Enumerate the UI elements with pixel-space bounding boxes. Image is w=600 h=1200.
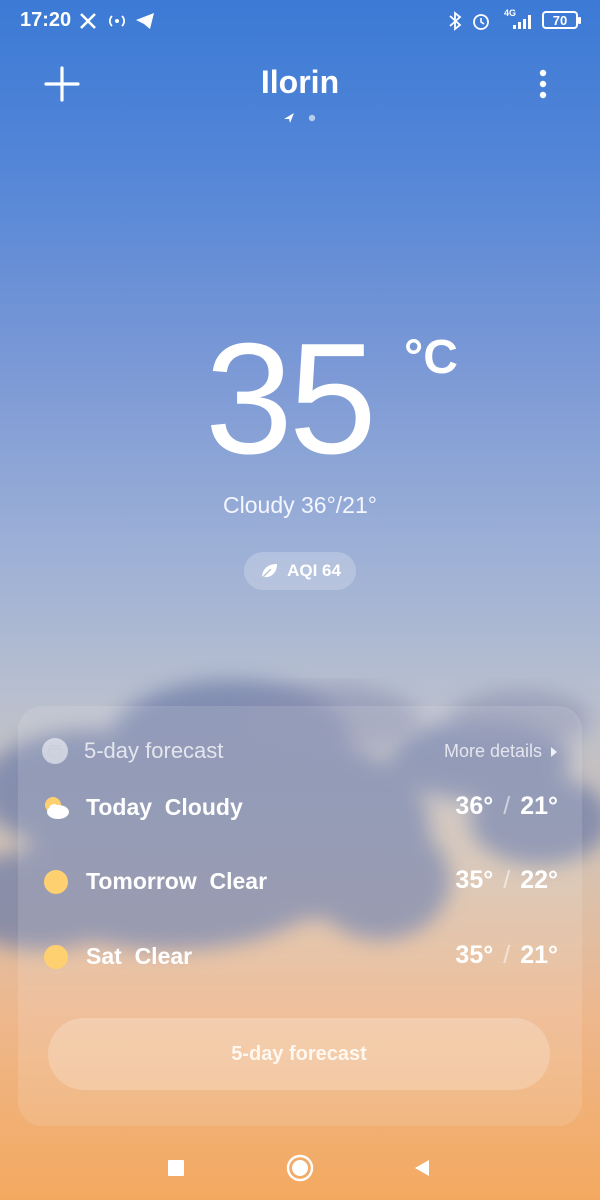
leaf-icon (261, 564, 278, 579)
battery-indicator: 70 (542, 11, 581, 29)
temperature-unit: °C (404, 331, 458, 384)
hotspot-icon (106, 10, 128, 32)
forecast-row-sat[interactable]: Sat Clear 35° / 21° (42, 937, 558, 977)
forecast-low: 22° (520, 866, 558, 894)
condition-summary: Cloudy 36°/21° (223, 492, 377, 518)
forecast-title: 5-day forecast (84, 738, 224, 763)
current-temperature: 35 (205, 311, 377, 487)
square-icon (168, 1160, 184, 1176)
home-button[interactable] (280, 1148, 320, 1188)
city-name: Ilorin (260, 64, 340, 100)
temp-separator: / (503, 792, 511, 820)
signal-icon: 4G (500, 8, 536, 32)
aqi-badge[interactable]: AQI 64 (244, 552, 356, 590)
more-vertical-icon (539, 69, 547, 99)
temp-separator: / (503, 866, 511, 894)
aqi-label: AQI 64 (287, 561, 341, 580)
forecast-day-label: Sat Clear (86, 943, 193, 969)
sun-icon (44, 870, 68, 894)
forecast-temps: 35° / 22° (455, 866, 558, 895)
forecast-temps: 36° / 21° (455, 792, 558, 821)
more-details-link[interactable]: More details (444, 741, 558, 762)
back-button[interactable] (402, 1148, 442, 1188)
partly-cloudy-icon (45, 797, 69, 819)
forecast-high: 35° (455, 866, 494, 894)
forecast-low: 21° (520, 941, 558, 969)
forecast-high: 35° (455, 941, 494, 969)
forecast-header: 5-day forecast (42, 738, 223, 764)
page-dot (308, 114, 316, 122)
telegram-icon (134, 10, 156, 32)
home-circle-icon (286, 1154, 314, 1182)
alarm-icon (470, 10, 492, 32)
bluetooth-icon (446, 10, 464, 32)
location-arrow-icon (284, 113, 294, 123)
navigation-bar (0, 1140, 600, 1190)
recents-button[interactable] (156, 1148, 196, 1188)
back-triangle-icon (415, 1160, 429, 1176)
forecast-high: 36° (455, 792, 494, 820)
x-icon (78, 10, 98, 32)
chevron-right-icon (551, 746, 557, 757)
temp-separator: / (503, 941, 511, 969)
forecast-row-tomorrow[interactable]: Tomorrow Clear 35° / 22° (42, 862, 558, 902)
forecast-row-today[interactable]: Today Cloudy 36° / 21° (42, 788, 558, 828)
sun-icon (44, 945, 68, 969)
network-type: 4G (504, 8, 517, 18)
more-options-button[interactable] (528, 64, 558, 108)
page-indicator (282, 110, 322, 126)
calendar-icon (42, 738, 68, 764)
header: Ilorin (0, 56, 600, 136)
forecast-day-label: Tomorrow Clear (86, 868, 268, 894)
forecast-low: 21° (520, 792, 558, 820)
forecast-card: 5-day forecast More details Today Cloudy… (18, 706, 582, 1126)
five-day-forecast-button[interactable]: 5-day forecast (48, 1018, 550, 1090)
status-bar: 17:20 4G 70 (0, 0, 600, 42)
more-details-label: More details (443, 741, 542, 761)
status-time: 17:20 (20, 9, 72, 31)
forecast-temps: 35° / 21° (455, 941, 558, 970)
forecast-day-label: Today Cloudy (86, 794, 243, 820)
